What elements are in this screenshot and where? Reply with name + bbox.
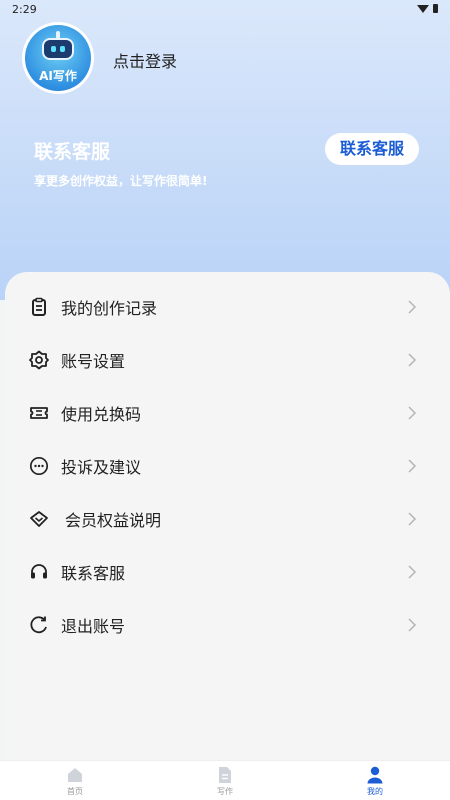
- menu-item-label: 我的创作记录: [61, 298, 158, 318]
- menu-card: 我的创作记录 账号设置 使用兑换码 投诉及建议 会员权益说明 联系客服 退出账号: [5, 272, 450, 760]
- robot-logo: AI写作: [25, 25, 91, 91]
- status-icons: [417, 4, 438, 13]
- menu-item-label: 联系客服: [61, 563, 126, 583]
- profile-header: 2:29 AI写作 点击登录 联系客服 享更多创作权益，让写作很简单! 联系客服: [0, 0, 450, 300]
- robot-icon: [42, 38, 74, 60]
- gear-icon: [29, 350, 49, 369]
- robot-eye: [60, 46, 65, 52]
- robot-eye: [51, 46, 56, 52]
- avatar-caption: AI写作: [39, 69, 77, 83]
- menu-item-label: 投诉及建议: [61, 457, 142, 477]
- menu-item-feedback[interactable]: 投诉及建议: [5, 439, 450, 492]
- menu-item-account-settings[interactable]: 账号设置: [5, 333, 450, 386]
- avatar[interactable]: AI写作: [22, 22, 94, 94]
- refresh-icon: [30, 615, 47, 633]
- wifi-icon: [417, 4, 429, 13]
- chevron-right-icon: [408, 405, 417, 420]
- menu-item-logout[interactable]: 退出账号: [5, 598, 450, 651]
- tab-write[interactable]: 写作: [195, 765, 255, 797]
- status-time: 2:29: [12, 3, 37, 16]
- clipboard-icon: [32, 297, 46, 316]
- chevron-right-icon: [408, 511, 417, 526]
- tab-label: 首页: [67, 787, 83, 796]
- vip-title: 联系客服: [34, 141, 111, 163]
- user-icon: [367, 766, 383, 784]
- chat-bubble-icon: [29, 456, 49, 475]
- battery-icon: [433, 4, 438, 13]
- menu-item-label: 使用兑换码: [61, 404, 142, 424]
- status-bar: 2:29: [0, 0, 450, 18]
- tab-home[interactable]: 首页: [45, 765, 105, 797]
- menu-item-label: 退出账号: [61, 616, 126, 636]
- chevron-right-icon: [408, 617, 417, 632]
- tab-label: 我的: [367, 787, 383, 796]
- diamond-icon: [30, 510, 48, 527]
- vip-subtitle: 享更多创作权益，让写作很简单!: [34, 174, 208, 188]
- chevron-right-icon: [408, 352, 417, 367]
- menu-item-redeem-code[interactable]: 使用兑换码: [5, 386, 450, 439]
- bottom-nav: 首页 写作 我的: [0, 760, 450, 800]
- ticket-icon: [30, 406, 48, 419]
- home-icon: [68, 768, 82, 782]
- menu-item-creation-records[interactable]: 我的创作记录: [5, 280, 450, 333]
- login-link[interactable]: 点击登录: [113, 48, 177, 72]
- chevron-right-icon: [408, 458, 417, 473]
- tab-label: 写作: [217, 787, 233, 796]
- chevron-right-icon: [408, 299, 417, 314]
- menu-item-label: 会员权益说明: [65, 510, 162, 530]
- chevron-right-icon: [408, 564, 417, 579]
- headset-icon: [31, 563, 47, 578]
- menu-item-membership-benefits[interactable]: 会员权益说明: [5, 492, 450, 545]
- menu-item-customer-service[interactable]: 联系客服: [5, 545, 450, 598]
- tab-mine[interactable]: 我的: [345, 765, 405, 797]
- menu-item-label: 账号设置: [61, 351, 126, 371]
- contact-service-button[interactable]: 联系客服: [325, 133, 419, 165]
- document-icon: [219, 767, 231, 783]
